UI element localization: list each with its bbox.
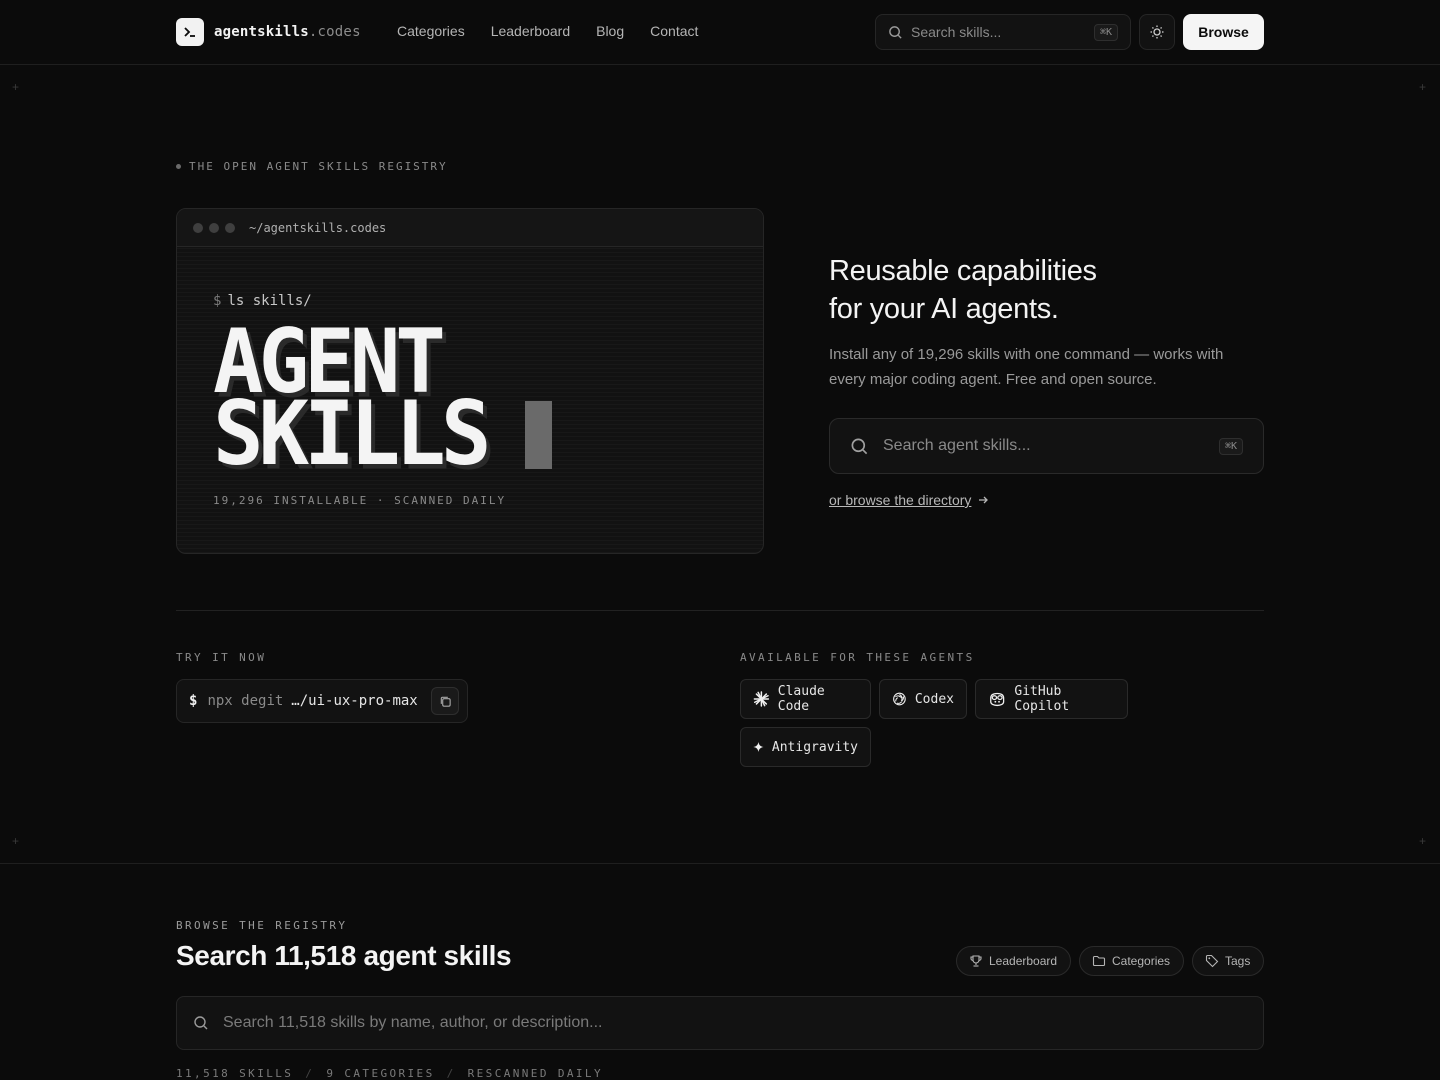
registry-title: Search 11,518 agent skills [176,940,512,971]
terminal-window: ~/agentskills.codes $ ls skills/ AGENT SK… [176,208,764,554]
pill-label: Categories [1112,954,1171,968]
pill-label: Leaderboard [989,954,1058,968]
terminal-meta: 19,296 INSTALLABLE · SCANNED DAILY [213,494,507,507]
hero-search-input[interactable]: Search agent skills... ⌘K [829,418,1264,474]
agent-chip-codex[interactable]: Codex [879,679,967,719]
hero-subtext: Install any of 19,296 skills with one co… [829,346,1224,388]
nav-blog[interactable]: Blog [596,23,624,39]
claude-icon [753,691,770,707]
terminal-titlebar: ~/agentskills.codes [177,209,763,247]
header-search-input[interactable]: Search skills... ⌘K [875,14,1131,50]
trophy-icon [970,955,982,967]
logo[interactable]: agentskills.codes [176,18,361,46]
window-dot-icon [209,222,219,233]
browse-link-text: or browse the directory [829,492,972,508]
browse-button[interactable]: Browse [1183,14,1264,50]
logo-text: agentskills.codes [214,24,361,40]
terminal-path: ~/agentskills.codes [249,220,387,235]
command-text: npx degit [207,693,284,709]
agents-label: AVAILABLE FOR THESE AGENTS [740,651,975,664]
window-dot-icon [193,222,203,233]
copilot-icon [990,692,1005,707]
pill-categories[interactable]: Categories [1079,946,1184,976]
meta-rescan: RESCANNED DAILY [467,1067,603,1080]
registry-meta: 11,518 SKILLS / 9 CATEGORIES / RESCANNED… [176,1067,603,1080]
nav-contact[interactable]: Contact [650,23,698,39]
section-divider [0,863,1440,864]
section-divider [176,610,1264,611]
eyebrow-dot-icon [176,164,181,169]
main-nav: Categories Leaderboard Blog Contact [397,23,698,39]
sun-icon [1150,25,1164,39]
tag-icon [1205,954,1219,968]
registry-search-input[interactable]: Search 11,518 skills by name, author, or… [176,996,1264,1050]
window-dot-icon [225,222,235,233]
arrow-right-icon [979,496,989,504]
hero-search-placeholder: Search agent skills... [883,437,1031,454]
registry-eyebrow: BROWSE THE REGISTRY [176,919,348,932]
install-command-box: $ npx degit …/ui-ux-pro-max [176,679,468,723]
nav-categories[interactable]: Categories [397,23,465,39]
try-now-label: TRY IT NOW [176,651,267,664]
shortcut-badge: ⌘K [1218,437,1243,455]
corner-plus-decoration: + [1419,80,1427,94]
command-prompt: $ [189,693,198,709]
agent-chip-label: Antigravity [771,739,858,755]
terminal-prompt: $ ls skills/ [213,293,312,309]
hero-eyebrow: THE OPEN AGENT SKILLS REGISTRY [176,160,448,173]
copy-button[interactable] [431,687,459,715]
copy-icon [440,696,451,707]
pill-label: Tags [1225,954,1251,968]
openai-icon [893,692,906,706]
sparkle-icon [753,741,764,753]
eyebrow-text: THE OPEN AGENT SKILLS REGISTRY [189,160,448,173]
terminal-logo-icon [176,18,204,46]
search-icon [851,438,868,454]
pill-tags[interactable]: Tags [1192,946,1264,976]
command-arg: …/ui-ux-pro-max [291,693,418,709]
agent-chip-label: Claude Code [777,684,825,714]
search-icon [194,1016,208,1030]
shortcut-badge: ⌘K [1093,23,1118,41]
meta-separator: / [446,1067,456,1080]
corner-plus-decoration: + [12,80,20,94]
terminal-body: $ ls skills/ AGENT SKILLS 19,296 INSTALLA… [177,247,763,553]
pill-leaderboard[interactable]: Leaderboard [956,946,1071,976]
agent-chip-github-copilot[interactable]: GitHub Copilot [975,679,1128,719]
nav-leaderboard[interactable]: Leaderboard [491,23,570,39]
corner-plus-decoration: + [12,834,20,848]
agent-chip-label: Codex [914,691,954,707]
browse-directory-link[interactable]: or browse the directory [829,492,989,508]
corner-plus-decoration: + [1419,834,1427,848]
agent-chip-antigravity[interactable]: Antigravity [740,727,871,767]
site-header: agentskills.codes Categories Leaderboard… [0,0,1440,65]
theme-toggle-button[interactable] [1139,14,1175,50]
registry-search-placeholder: Search 11,518 skills by name, author, or… [223,1014,603,1031]
meta-separator: / [305,1067,315,1080]
agent-chip-label: GitHub Copilot [1014,684,1070,714]
header-search-placeholder: Search skills... [911,24,1002,40]
folder-icon [1092,955,1106,967]
agent-chip-claude-code[interactable]: Claude Code [740,679,871,719]
meta-categories-count: 9 CATEGORIES [326,1067,435,1080]
meta-skills-count: 11,518 SKILLS [176,1067,294,1080]
search-icon [889,25,902,39]
hero-headline: Reusable capabilities for your AI agents. [829,255,1097,325]
hero-big-text-line2: SKILLS [213,382,491,486]
terminal-cursor [525,401,552,469]
